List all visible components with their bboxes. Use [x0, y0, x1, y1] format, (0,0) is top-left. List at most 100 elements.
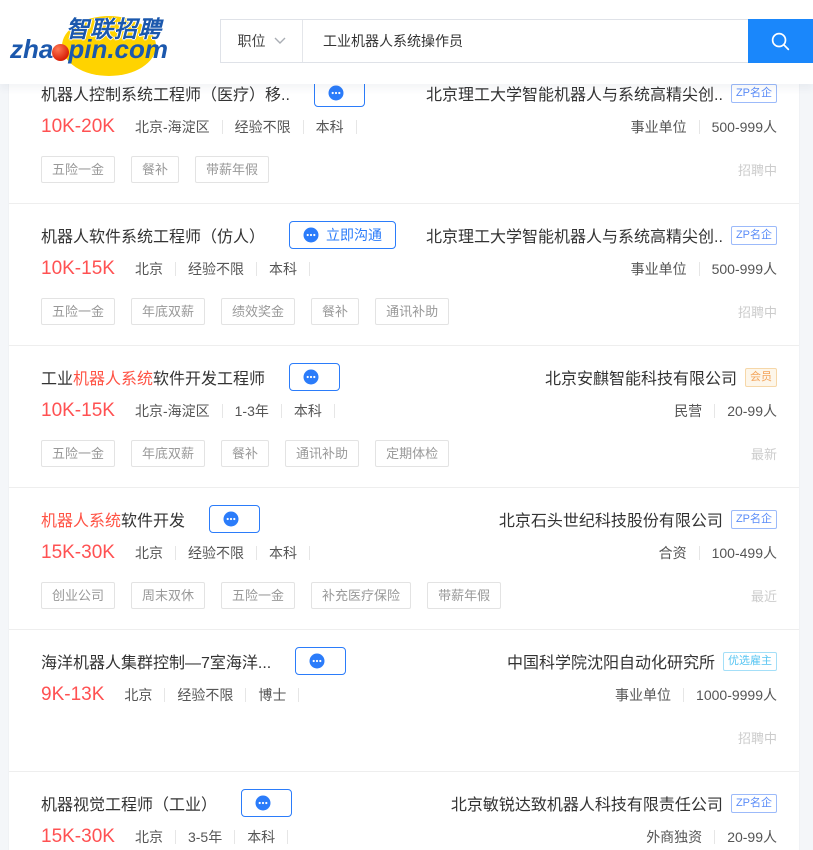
search-category-label: 职位 — [237, 33, 266, 49]
job-meta-item: 经验不限 — [176, 546, 257, 560]
logo-domain-text: zha pin.com — [10, 34, 168, 65]
job-status: 最近 — [750, 588, 777, 604]
job-title[interactable]: 机器人控制系统工程师（医疗）移.. — [41, 81, 290, 105]
job-meta-item: 本科 — [304, 120, 357, 134]
company-badge: 会员 — [745, 367, 777, 387]
job-meta-item: 北京-海淀区 — [123, 404, 223, 418]
company-meta: 事业单位 1000-9999人 — [615, 685, 777, 705]
company-badge: 优选雇主 — [723, 651, 777, 671]
site-header: 智联招聘 zha pin.com 职位 — [0, 0, 813, 84]
chat-now-button[interactable]: 立即沟通 — [289, 221, 397, 249]
benefit-tag: 带薪年假 — [427, 581, 502, 609]
job-title[interactable]: 机器视觉工程师（工业） — [41, 791, 217, 815]
benefit-tag: 餐补 — [131, 155, 180, 183]
job-title[interactable]: 机器人软件系统工程师（仿人） — [41, 223, 265, 247]
benefit-tag: 年底双薪 — [131, 297, 206, 325]
company-badge: ZP名企 — [730, 793, 777, 813]
job-meta-item: 博士 — [246, 688, 300, 702]
job-status: 招聘中 — [737, 304, 777, 320]
search-bar: 职位 — [220, 19, 813, 63]
chat-now-button[interactable] — [289, 363, 341, 391]
job-title-text: 海洋机器人集群控制—7室海洋... — [41, 655, 272, 672]
company-size: 20-99人 — [727, 829, 777, 845]
company-badge: ZP名企 — [730, 83, 777, 103]
benefit-tags: 创业公司 周末双休 五险一金 补充医疗保险 带薪年假 — [41, 581, 517, 609]
benefit-tag: 通讯补助 — [285, 439, 360, 467]
benefit-tag: 餐补 — [221, 439, 270, 467]
benefit-tag: 餐补 — [311, 297, 360, 325]
company-type: 事业单位 — [631, 262, 700, 276]
company-name[interactable]: 北京安麒智能科技有限公司 — [545, 365, 737, 389]
job-meta-item: 本科 — [257, 262, 310, 276]
company-size: 1000-9999人 — [696, 687, 777, 703]
job-meta-item: 本科 — [282, 404, 335, 418]
company-meta: 事业单位 500-999人 — [631, 259, 777, 279]
benefit-tag: 通讯补助 — [375, 297, 450, 325]
chat-bubble-icon — [303, 369, 319, 385]
job-meta: 北京 经验不限 博士 — [112, 688, 300, 702]
job-meta-item: 本科 — [257, 546, 310, 560]
job-meta: 北京 经验不限 本科 — [123, 262, 310, 276]
job-listing: 机器人系统软件开发 北京石头世纪科技股份有限公司 ZP名企 15K-30K 北京… — [9, 488, 799, 630]
benefit-tag: 年底双薪 — [131, 439, 206, 467]
benefit-tag: 周末双休 — [131, 581, 206, 609]
job-meta: 北京-海淀区 经验不限 本科 — [123, 120, 357, 134]
benefit-tag: 补充医疗保险 — [311, 581, 412, 609]
search-button[interactable] — [748, 19, 813, 63]
results-card: 机器人控制系统工程师（医疗）移.. 北京理工大学智能机器人与系统高精尖创.. Z… — [8, 0, 800, 850]
company-name[interactable]: 北京敏锐达致机器人科技有限责任公司 — [451, 791, 723, 815]
chevron-down-icon — [274, 37, 285, 44]
chat-now-button[interactable] — [241, 789, 293, 817]
company-type: 事业单位 — [615, 688, 685, 702]
company-type: 民营 — [674, 404, 716, 418]
job-meta-item: 1-3年 — [223, 404, 282, 418]
job-status: 招聘中 — [737, 730, 777, 746]
job-meta-item: 北京 — [123, 262, 176, 276]
company-type: 合资 — [659, 546, 700, 560]
chat-bubble-icon — [309, 653, 325, 669]
zhaopin-logo[interactable]: 智联招聘 zha pin.com — [10, 8, 185, 78]
company-meta: 外商独资 20-99人 — [646, 827, 777, 847]
company-name[interactable]: 北京理工大学智能机器人与系统高精尖创.. — [426, 223, 723, 247]
benefit-tags: 五险一金 年底双薪 绩效奖金 餐补 通讯补助 — [41, 297, 465, 325]
company-size: 20-99人 — [727, 403, 777, 419]
benefit-tag: 五险一金 — [41, 297, 116, 325]
job-title-keyword: 机器人系统 — [41, 513, 122, 530]
job-title-text: 机器视觉工程师（工业） — [41, 797, 218, 814]
benefit-tag: 带薪年假 — [195, 155, 270, 183]
logo-domain-suffix: pin.com — [68, 34, 169, 64]
job-status: 招聘中 — [737, 162, 777, 178]
search-category-dropdown[interactable]: 职位 — [221, 20, 303, 62]
job-status: 最新 — [750, 446, 777, 462]
company-badge: ZP名企 — [730, 509, 777, 529]
magnifier-icon — [771, 32, 790, 50]
company-size: 500-999人 — [711, 119, 777, 135]
job-meta-item: 经验不限 — [165, 688, 247, 702]
benefit-tag: 定期体检 — [375, 439, 450, 467]
company-size: 500-999人 — [711, 261, 777, 277]
job-title[interactable]: 机器人系统软件开发 — [41, 507, 185, 531]
chat-bubble-icon — [303, 227, 319, 243]
job-meta-item: 经验不限 — [223, 120, 304, 134]
job-meta: 北京-海淀区 1-3年 本科 — [123, 404, 335, 418]
chat-now-button[interactable] — [209, 505, 261, 533]
job-meta-item: 北京 — [112, 688, 166, 702]
job-meta-item: 北京-海淀区 — [123, 120, 223, 134]
job-meta-item: 经验不限 — [176, 262, 257, 276]
benefit-tag: 五险一金 — [41, 155, 116, 183]
salary: 10K-15K — [41, 258, 115, 279]
company-name[interactable]: 北京石头世纪科技股份有限公司 — [499, 507, 723, 531]
company-meta: 事业单位 500-999人 — [631, 117, 777, 137]
job-listing: 机器视觉工程师（工业） 北京敏锐达致机器人科技有限责任公司 ZP名企 15K-3… — [9, 772, 799, 850]
search-input[interactable] — [303, 20, 748, 62]
job-title[interactable]: 海洋机器人集群控制—7室海洋... — [41, 649, 271, 673]
job-listing: 海洋机器人集群控制—7室海洋... 中国科学院沈阳自动化研究所 优选雇主 9K-… — [9, 630, 799, 772]
chat-now-button[interactable] — [295, 647, 347, 675]
company-name[interactable]: 北京理工大学智能机器人与系统高精尖创.. — [426, 81, 723, 105]
company-type: 事业单位 — [631, 120, 700, 134]
job-title-text: 软件开发 — [121, 513, 186, 530]
job-title[interactable]: 工业机器人系统软件开发工程师 — [41, 365, 265, 389]
salary: 15K-30K — [41, 826, 115, 847]
company-name[interactable]: 中国科学院沈阳自动化研究所 — [507, 649, 715, 673]
benefit-tag: 创业公司 — [41, 581, 116, 609]
